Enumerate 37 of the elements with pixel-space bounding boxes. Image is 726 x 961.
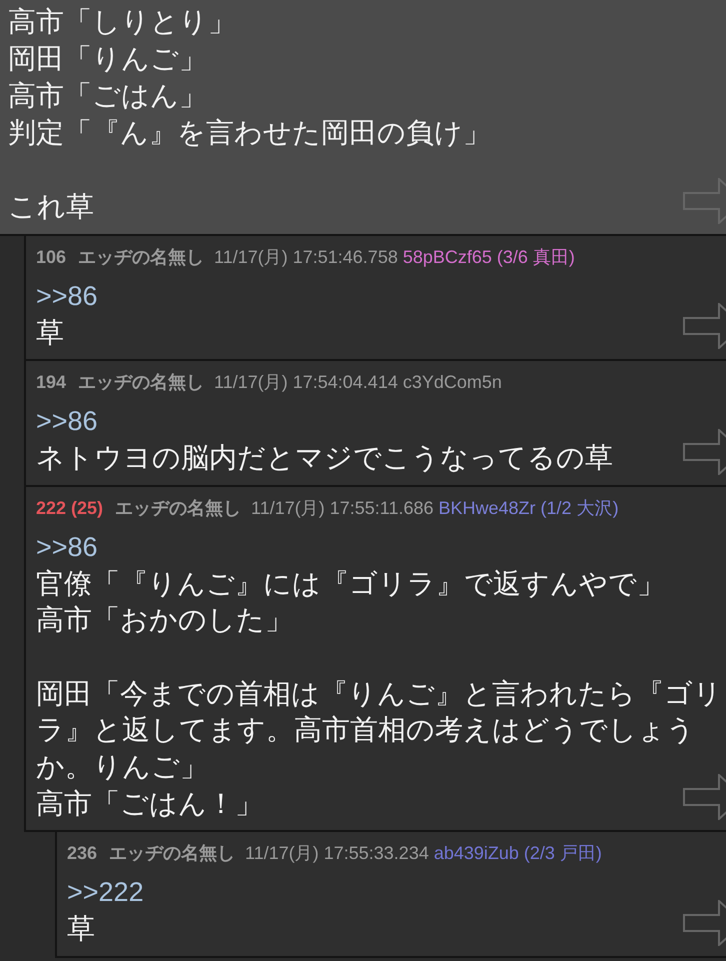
right-arrow-icon[interactable] bbox=[683, 428, 726, 475]
reply-link[interactable]: >>222 bbox=[67, 877, 144, 908]
post-text: 岡田「今までの首相は『りんご』と言われたら『ゴリラ』と返してます。高市首相の考えはどうでしょうか。りんご」 bbox=[36, 676, 723, 784]
poster-name: エッヂの名無し bbox=[109, 842, 236, 864]
post-number: 106 bbox=[36, 246, 66, 268]
right-arrow-icon[interactable] bbox=[683, 900, 726, 946]
poster-name: エッヂの名無し bbox=[78, 371, 204, 394]
post-text: これ草 bbox=[8, 190, 94, 224]
poster-name: エッヂの名無し bbox=[115, 496, 242, 519]
post-date: 11/17(月) 17:51:46.758 bbox=[214, 246, 398, 268]
post-date: 11/17(月) 17:55:11.686 bbox=[251, 496, 434, 519]
post-number: 236 bbox=[67, 842, 98, 864]
post-text: 草 bbox=[36, 316, 64, 350]
post-text: 草 bbox=[67, 912, 95, 946]
poster-name: エッヂの名無し bbox=[78, 246, 204, 268]
reply-link[interactable]: >>86 bbox=[36, 281, 98, 311]
right-arrow-icon[interactable] bbox=[683, 774, 726, 820]
post-number: 194 bbox=[36, 371, 66, 394]
poster-id: c3YdCom5n bbox=[402, 371, 502, 394]
poster-id: BKHwe48Zr (1/2 大沢) bbox=[438, 496, 619, 519]
poster-id: ab439iZub (2/3 戸田) bbox=[434, 842, 602, 864]
poster-id: 58pBCzf65 (3/6 真田) bbox=[402, 246, 575, 268]
right-arrow-icon[interactable] bbox=[683, 303, 726, 350]
reply-link[interactable]: >>86 bbox=[36, 406, 98, 436]
post-text: 岡田「りんご」 bbox=[8, 42, 207, 76]
post-text: 高市「ごはん！」 bbox=[36, 786, 263, 821]
post-text: 高市「ごはん」 bbox=[8, 79, 207, 113]
post-number: 222 (25) bbox=[36, 496, 104, 519]
post-text: 高市「しりとり」 bbox=[8, 5, 236, 39]
post-text: ネトウヨの脳内だとマジでこうなってるの草 bbox=[36, 441, 613, 476]
reply-link[interactable]: >>86 bbox=[36, 532, 98, 562]
post-date: 11/17(月) 17:55:33.234 bbox=[245, 842, 429, 864]
post-text: 高市「おかのした」 bbox=[36, 603, 293, 638]
post-text: 判定「『ん』を言わせた岡田の負け」 bbox=[8, 116, 491, 150]
right-arrow-icon[interactable] bbox=[683, 178, 726, 224]
post-date: 11/17(月) 17:54:04.414 bbox=[214, 371, 398, 394]
post-text: 官僚「『りんご』には『ゴリラ』で返すんやで」 bbox=[36, 566, 665, 601]
